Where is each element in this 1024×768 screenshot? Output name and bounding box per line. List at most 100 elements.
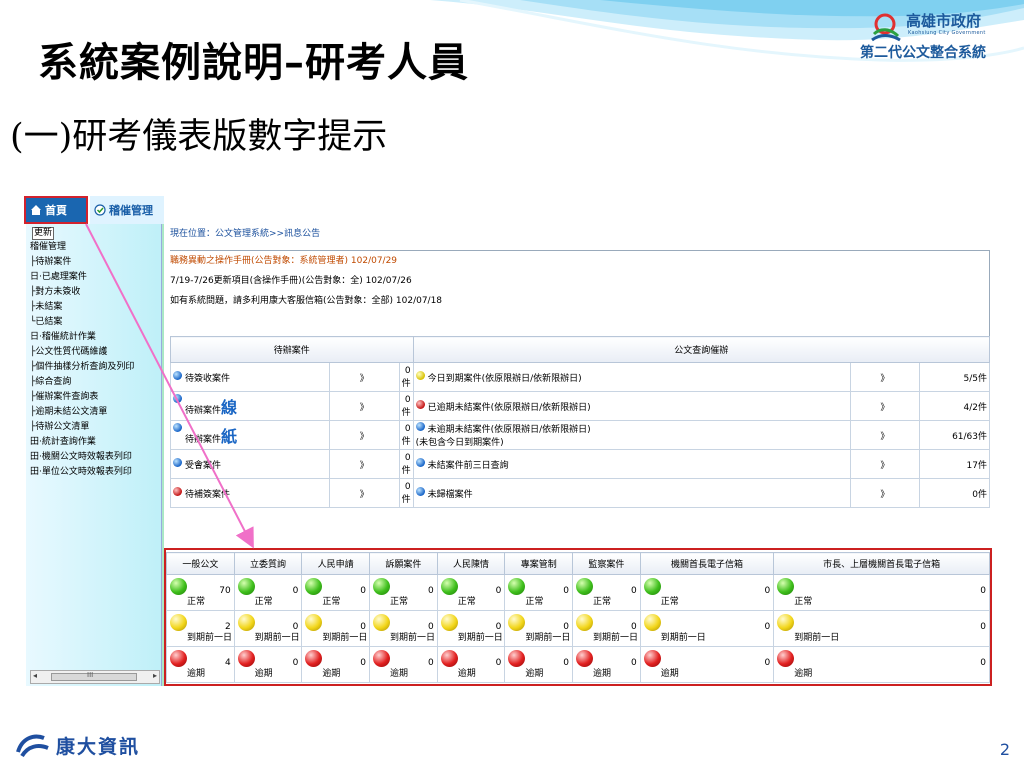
status-column-header: 人民申請	[301, 552, 371, 575]
scroll-left-arrow-icon[interactable]: ◂	[33, 671, 37, 680]
sidebar-item[interactable]: ├催辦案件查詢表	[30, 390, 162, 405]
status-cell[interactable]: 逾期 0	[436, 646, 506, 683]
status-column-header: 機關首長電子信箱	[639, 552, 775, 575]
status-cell[interactable]: 到期前一日 0	[436, 610, 506, 647]
sidebar-item[interactable]: 日·稽催統計作業	[30, 330, 162, 345]
sidebar-item[interactable]: ├逾期未結公文清單	[30, 405, 162, 420]
todo-left-arrow[interactable]: 》	[329, 362, 400, 392]
status-count: 0	[980, 658, 986, 668]
todo-right-arrow[interactable]: 》	[849, 362, 921, 392]
status-cell[interactable]: 逾期 0	[572, 646, 641, 683]
sidebar-item[interactable]: ├綜合查詢	[30, 375, 162, 390]
todo-row: 待辦案件紙 》 0件 未逾期未結案件(依原限辦日/依新限辦日) (未包含今日到期案…	[169, 420, 990, 450]
todo-left-arrow[interactable]: 》	[329, 391, 400, 421]
todo-left-count: 0件	[398, 420, 414, 450]
status-label: 逾期	[390, 669, 409, 679]
announcement-link[interactable]: 7/19-7/26更新項目(含操作手冊)(公告對象：全) 102/07/26	[170, 271, 989, 291]
todo-left-cell[interactable]: 待辦案件線	[169, 391, 331, 421]
todo-right-arrow[interactable]: 》	[849, 478, 921, 508]
red-light-icon	[576, 650, 594, 667]
status-cell[interactable]: 逾期 0	[773, 646, 990, 683]
sidebar-item[interactable]: 日·已處理案件	[30, 270, 162, 285]
sidebar-item[interactable]: └已結案	[30, 315, 162, 330]
status-cell[interactable]: 正常 0	[301, 574, 371, 611]
status-column-header: 人民陳情	[436, 552, 506, 575]
system-name: 第二代公文整合系統	[860, 45, 986, 61]
status-cell[interactable]: 到期前一日 0	[504, 610, 574, 647]
status-cell[interactable]: 逾期 0	[233, 646, 303, 683]
sidebar-horizontal-scrollbar[interactable]: ◂ III ▸	[30, 670, 160, 684]
announcement-link[interactable]: 如有系統問題，請多利用康大客服信箱(公告對象：全部) 102/07/18	[170, 291, 989, 311]
status-cell[interactable]: 到期前一日 0	[233, 610, 303, 647]
status-cell[interactable]: 到期前一日 2	[166, 610, 235, 647]
status-label: 正常	[322, 597, 341, 607]
todo-left-cell[interactable]: 待簽收案件	[169, 362, 331, 392]
status-cell[interactable]: 到期前一日 0	[773, 610, 990, 647]
sidebar-item[interactable]: ├對方未簽收	[30, 285, 162, 300]
status-cell[interactable]: 正常 0	[773, 574, 990, 611]
tab-home[interactable]: 首頁	[24, 196, 88, 224]
yellow-light-icon	[576, 614, 594, 631]
status-cell[interactable]: 正常 0	[572, 574, 641, 611]
todo-right-arrow[interactable]: 》	[849, 420, 921, 450]
todo-right-arrow[interactable]: 》	[849, 391, 921, 421]
todo-right-cell[interactable]: 未結案件前三日查詢	[412, 449, 851, 479]
status-label: 正常	[593, 597, 612, 607]
todo-left-arrow[interactable]: 》	[329, 449, 400, 479]
status-label: 逾期	[254, 669, 273, 679]
slide-title: 系統案例說明–研考人員	[38, 39, 469, 86]
red-light-icon	[170, 650, 187, 667]
status-cell[interactable]: 正常 0	[369, 574, 438, 611]
announcement-link[interactable]: 職務異動之操作手冊(公告對象：系統管理者) 102/07/29	[170, 251, 989, 271]
todo-right-cell[interactable]: 未歸檔案件	[412, 478, 851, 508]
sidebar-item[interactable]: ├個件抽樣分析查詢及列印	[30, 360, 162, 375]
todo-left-cell[interactable]: 受會案件	[169, 449, 331, 479]
sidebar-item[interactable]: 田·統計查詢作業	[30, 435, 162, 450]
sidebar-item[interactable]: 田·機關公文時效報表列印	[30, 450, 162, 465]
status-cell[interactable]: 正常 0	[504, 574, 574, 611]
scroll-right-arrow-icon[interactable]: ▸	[153, 671, 157, 680]
sidebar-item[interactable]: ├公文性質代碼維護	[30, 345, 162, 360]
status-cell[interactable]: 逾期 0	[639, 646, 775, 683]
todo-right-cell[interactable]: 未逾期未結案件(依原限辦日/依新限辦日) (未包含今日到期案件)	[412, 420, 851, 450]
status-cell[interactable]: 逾期 0	[504, 646, 574, 683]
status-cell[interactable]: 正常 0	[639, 574, 775, 611]
status-count: 0	[495, 586, 502, 596]
status-label: 到期前一日	[660, 633, 706, 643]
status-cell[interactable]: 到期前一日 0	[369, 610, 438, 647]
sidebar-item[interactable]: ├待辦公文清單	[30, 420, 162, 435]
sidebar-item[interactable]: ├待辦案件	[30, 255, 162, 270]
green-light-icon	[508, 578, 526, 595]
status-cell[interactable]: 正常 70	[166, 574, 235, 611]
sidebar-item[interactable]: ├未結案	[30, 300, 162, 315]
sidebar-item[interactable]: 稽催管理	[30, 240, 162, 255]
todo-left-cell[interactable]: 待補簽案件	[169, 478, 331, 508]
todo-right-arrow[interactable]: 》	[849, 449, 921, 479]
status-cell[interactable]: 到期前一日 0	[572, 610, 641, 647]
todo-left-arrow[interactable]: 》	[329, 420, 400, 450]
sidebar-item[interactable]: 田·單位公文時效報表列印	[30, 465, 162, 480]
status-cell[interactable]: 到期前一日 0	[639, 610, 775, 647]
status-count: 0	[292, 622, 299, 632]
status-cell[interactable]: 逾期 0	[369, 646, 438, 683]
status-dot-icon	[415, 422, 425, 431]
status-count: 0	[427, 586, 434, 596]
status-count: 0	[563, 586, 570, 596]
todo-right-cell[interactable]: 已逾期未結案件(依原限辦日/依新限辦日)	[412, 391, 851, 421]
refresh-button[interactable]: 更新	[32, 227, 54, 240]
status-cell[interactable]: 逾期 4	[166, 646, 235, 683]
green-light-icon	[777, 578, 795, 595]
status-cell[interactable]: 正常 0	[436, 574, 506, 611]
red-light-icon	[305, 650, 323, 667]
todo-left-arrow[interactable]: 》	[329, 478, 400, 508]
todo-left-cell[interactable]: 待辦案件紙	[169, 420, 331, 450]
status-cell[interactable]: 逾期 0	[301, 646, 371, 683]
status-count: 0	[360, 622, 367, 632]
status-cell[interactable]: 正常 0	[233, 574, 303, 611]
todo-right-cell[interactable]: 今日到期案件(依原限辦日/依新限辦日)	[412, 362, 851, 392]
green-light-icon	[373, 578, 391, 595]
todo-right-count: 17件	[919, 449, 990, 479]
scrollbar-thumb[interactable]	[51, 673, 137, 681]
tab-audit-management[interactable]: 稽催管理	[90, 196, 164, 224]
status-cell[interactable]: 到期前一日 0	[301, 610, 371, 647]
